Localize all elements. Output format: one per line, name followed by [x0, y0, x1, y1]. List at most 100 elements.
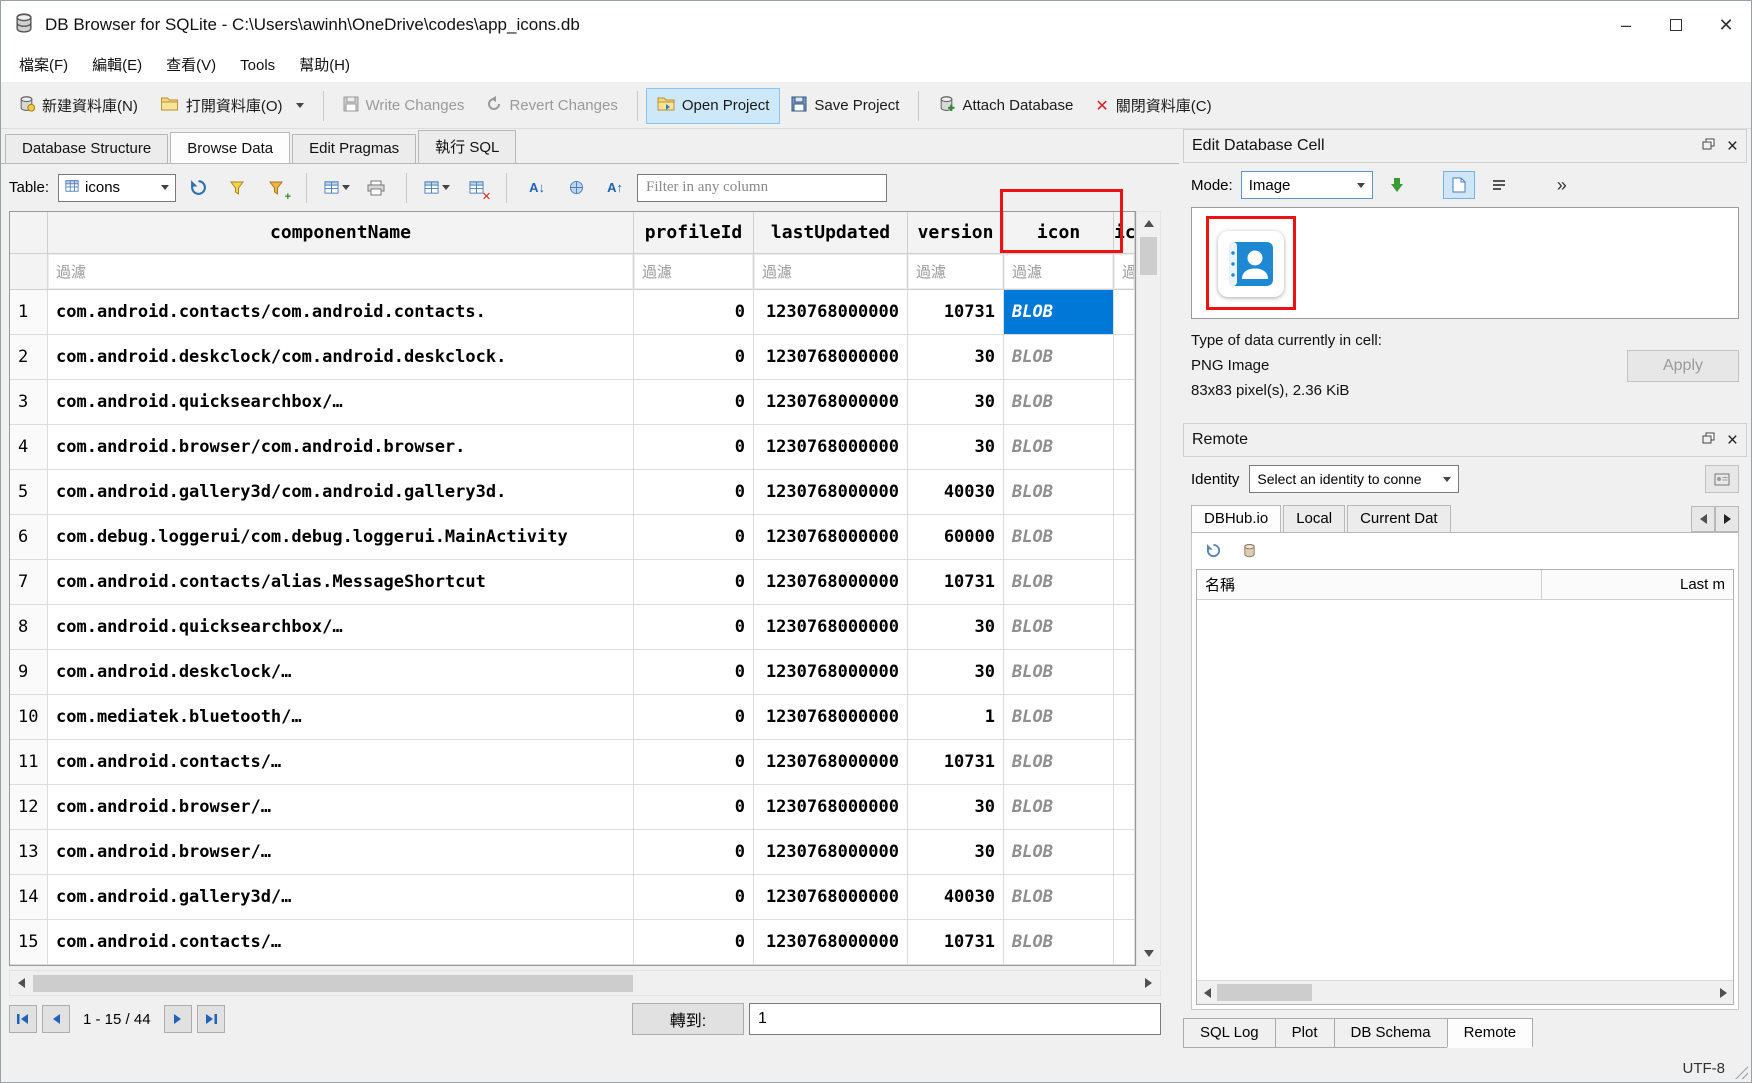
close-database-button[interactable]: ✕ 關閉資料庫(C)	[1084, 87, 1222, 124]
cell-version[interactable]: 40030	[908, 875, 1004, 920]
clone-database-button[interactable]	[1236, 535, 1262, 565]
cell-partial[interactable]	[1114, 695, 1135, 740]
filter-lastUpdated[interactable]: 過濾	[754, 254, 908, 290]
menu-file[interactable]: 檔案(F)	[7, 49, 80, 83]
cell-icon[interactable]: BLOB	[1004, 695, 1114, 740]
insert-record-button[interactable]	[320, 173, 354, 203]
last-record-button[interactable]	[197, 1005, 225, 1033]
row-number[interactable]: 10	[10, 695, 48, 740]
cell-partial[interactable]	[1114, 560, 1135, 605]
filter-profileId[interactable]: 過濾	[634, 254, 754, 290]
menu-tools[interactable]: Tools	[228, 49, 287, 83]
column-header-version[interactable]: version	[908, 212, 1004, 254]
filter-partial[interactable]: 過濾	[1114, 254, 1135, 290]
cell-lastUpdated[interactable]: 1230768000000	[754, 740, 908, 785]
tab-local[interactable]: Local	[1283, 505, 1345, 532]
apply-button[interactable]: Apply	[1627, 350, 1739, 382]
tab-current-database[interactable]: Current Dat	[1347, 505, 1451, 532]
scroll-left-icon[interactable]	[10, 972, 33, 995]
duplicate-record-button[interactable]	[420, 173, 454, 203]
new-database-button[interactable]: 新建資料庫(N)	[7, 87, 149, 124]
clear-filters-button[interactable]	[220, 173, 254, 203]
tab-edit-pragmas[interactable]: Edit Pragmas	[292, 134, 416, 163]
cell-lastUpdated[interactable]: 1230768000000	[754, 380, 908, 425]
table-select[interactable]: icons	[58, 174, 176, 202]
scroll-down-icon[interactable]	[1137, 942, 1160, 965]
cell-lastUpdated[interactable]: 1230768000000	[754, 515, 908, 560]
cell-icon[interactable]: BLOB	[1004, 380, 1114, 425]
cell-profileId[interactable]: 0	[634, 425, 754, 470]
remote-horizontal-scrollbar[interactable]	[1197, 980, 1733, 1004]
scroll-left-icon[interactable]	[1197, 983, 1217, 1003]
cell-icon[interactable]: BLOB	[1004, 425, 1114, 470]
refresh-button[interactable]	[181, 173, 215, 203]
dock-tab-plot[interactable]: Plot	[1275, 1018, 1335, 1048]
maximize-button[interactable]	[1651, 1, 1701, 49]
cell-version[interactable]: 30	[908, 785, 1004, 830]
cell-version[interactable]: 1	[908, 695, 1004, 740]
cell-profileId[interactable]: 0	[634, 470, 754, 515]
attach-database-button[interactable]: Attach Database	[927, 87, 1084, 124]
cell-lastUpdated[interactable]: 1230768000000	[754, 830, 908, 875]
cell-profileId[interactable]: 0	[634, 830, 754, 875]
cell-lastUpdated[interactable]: 1230768000000	[754, 605, 908, 650]
cell-partial[interactable]	[1114, 920, 1135, 965]
cell-icon[interactable]: BLOB	[1004, 290, 1114, 335]
identity-select[interactable]: Select an identity to conne	[1249, 465, 1459, 493]
cell-partial[interactable]	[1114, 515, 1135, 560]
cell-profileId[interactable]: 0	[634, 560, 754, 605]
cell-version[interactable]: 30	[908, 425, 1004, 470]
column-header-componentName[interactable]: componentName	[48, 212, 634, 254]
cell-icon[interactable]: BLOB	[1004, 470, 1114, 515]
menu-edit[interactable]: 編輯(E)	[80, 49, 154, 83]
cell-version[interactable]: 10731	[908, 740, 1004, 785]
cell-componentName[interactable]: com.android.quicksearchbox/…	[48, 605, 634, 650]
cell-lastUpdated[interactable]: 1230768000000	[754, 695, 908, 740]
horizontal-scrollbar-thumb[interactable]	[33, 975, 633, 992]
titlebar[interactable]: DB Browser for SQLite - C:\Users\awinh\O…	[1, 1, 1751, 49]
close-button[interactable]: ✕	[1701, 1, 1751, 49]
cell-lastUpdated[interactable]: 1230768000000	[754, 875, 908, 920]
grid-vertical-scrollbar[interactable]	[1136, 211, 1161, 966]
cell-lastUpdated[interactable]: 1230768000000	[754, 425, 908, 470]
remote-refresh-button[interactable]	[1200, 535, 1226, 565]
cell-partial[interactable]	[1114, 290, 1135, 335]
row-number[interactable]: 5	[10, 470, 48, 515]
revert-changes-button[interactable]: Revert Changes	[475, 88, 628, 124]
tab-browse-data[interactable]: Browse Data	[170, 132, 290, 163]
close-panel-icon[interactable]: ×	[1727, 137, 1738, 156]
float-panel-icon[interactable]	[1702, 431, 1715, 449]
row-number[interactable]: 8	[10, 605, 48, 650]
cell-profileId[interactable]: 0	[634, 515, 754, 560]
cell-icon[interactable]: BLOB	[1004, 650, 1114, 695]
filter-icon[interactable]: 過濾	[1004, 254, 1114, 290]
cell-profileId[interactable]: 0	[634, 740, 754, 785]
dock-tab-sql-log[interactable]: SQL Log	[1183, 1018, 1276, 1048]
identity-settings-button[interactable]	[1705, 465, 1739, 493]
float-panel-icon[interactable]	[1702, 137, 1715, 155]
dock-tab-remote[interactable]: Remote	[1447, 1018, 1534, 1048]
cell-profileId[interactable]: 0	[634, 875, 754, 920]
print-button[interactable]	[359, 173, 393, 203]
cell-icon[interactable]: BLOB	[1004, 605, 1114, 650]
next-record-button[interactable]	[164, 1005, 192, 1033]
cell-profileId[interactable]: 0	[634, 605, 754, 650]
cell-icon[interactable]: BLOB	[1004, 515, 1114, 560]
cell-componentName[interactable]: com.mediatek.bluetooth/…	[48, 695, 634, 740]
row-number[interactable]: 14	[10, 875, 48, 920]
format-button[interactable]	[559, 173, 593, 203]
cell-partial[interactable]	[1114, 425, 1135, 470]
goto-button[interactable]: 轉到:	[632, 1003, 744, 1035]
cell-componentName[interactable]: com.android.browser/com.android.browser.	[48, 425, 634, 470]
column-header-lastUpdated[interactable]: lastUpdated	[754, 212, 908, 254]
cell-version[interactable]: 10731	[908, 560, 1004, 605]
first-record-button[interactable]	[9, 1005, 37, 1033]
cell-lastUpdated[interactable]: 1230768000000	[754, 650, 908, 695]
scroll-up-icon[interactable]	[1137, 212, 1160, 235]
minimize-button[interactable]: –	[1601, 1, 1651, 49]
cell-lastUpdated[interactable]: 1230768000000	[754, 290, 908, 335]
cell-profileId[interactable]: 0	[634, 920, 754, 965]
text-view-button[interactable]	[1483, 171, 1515, 199]
menu-view[interactable]: 查看(V)	[154, 49, 228, 83]
cell-componentName[interactable]: com.android.contacts/…	[48, 920, 634, 965]
